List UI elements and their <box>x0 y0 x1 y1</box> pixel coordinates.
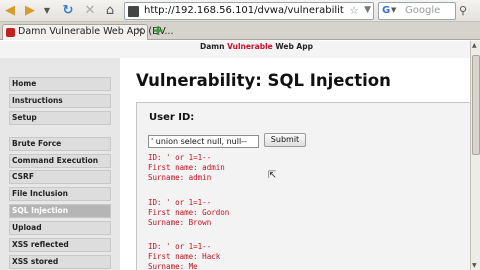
tab-favicon-icon <box>6 28 15 37</box>
tab-bar: Damn Vulnerable Web App (DV... ✕ ✚ <box>0 22 480 40</box>
sidebar-item-xss-reflected[interactable]: XSS reflected <box>9 238 111 253</box>
sidebar-item-sql-injection[interactable]: SQL Injection <box>9 204 111 219</box>
address-bar[interactable]: http://192.168.56.101/dvwa/vulnerabiliti… <box>124 2 374 20</box>
reload-icon[interactable]: ↻ <box>60 3 76 19</box>
search-box[interactable]: G ▼ Google <box>378 2 456 20</box>
sidebar-item-csrf[interactable]: CSRF <box>9 170 111 185</box>
tab-title[interactable]: Damn Vulnerable Web App (DV... <box>18 26 174 37</box>
user-id-label: User ID: <box>149 112 195 123</box>
sidebar-item-home[interactable]: Home <box>9 77 111 91</box>
sidebar-item-instructions[interactable]: Instructions <box>9 93 111 108</box>
scroll-down-icon[interactable]: ▼ <box>472 262 477 269</box>
mouse-cursor-icon: ⇱ <box>268 170 277 181</box>
new-tab-icon[interactable]: ✚ <box>153 24 163 38</box>
vertical-scrollbar[interactable]: ▲ ▼ <box>470 41 480 270</box>
vulnerable-code-area: User ID: Submit ID: ' or 1=1--First name… <box>136 102 470 270</box>
stop-icon[interactable]: ✕ <box>82 3 98 19</box>
sidebar-item-command-execution[interactable]: Command Execution <box>9 153 111 168</box>
tab-close-icon[interactable]: ✕ <box>136 26 144 37</box>
site-logo: Damn Vulnerable Web App <box>200 42 313 51</box>
site-favicon-icon <box>128 6 139 17</box>
history-dropdown-icon[interactable]: ▼ <box>42 3 52 19</box>
sidebar-menu: Home Instructions Setup Brute Force Comm… <box>9 77 111 270</box>
sidebar-item-brute-force[interactable]: Brute Force <box>9 136 111 151</box>
scrollbar-thumb[interactable] <box>472 55 480 155</box>
submit-button[interactable]: Submit <box>264 133 306 147</box>
address-dropdown-icon[interactable]: ▼ <box>364 5 371 15</box>
browser-toolbar: ◀ ▶ ▼ ↻ ✕ ⌂ http://192.168.56.101/dvwa/v… <box>0 0 480 22</box>
home-icon[interactable]: ⌂ <box>102 3 118 19</box>
result-block: ID: ' or 1=1-- First name: admin Surname: … <box>148 153 225 182</box>
back-icon[interactable]: ◀ <box>2 3 18 19</box>
search-icon[interactable]: ⚲ <box>459 4 467 17</box>
search-placeholder[interactable]: Google <box>405 5 440 16</box>
sidebar-item-xss-stored[interactable]: XSS stored <box>9 254 111 269</box>
result-block: ID: ' or 1=1-- First name: Hack Surname: M… <box>148 242 221 270</box>
scroll-up-icon[interactable]: ▲ <box>472 42 477 49</box>
page: Damn Vulnerable Web App Home Instruction… <box>0 41 470 270</box>
bookmark-star-icon[interactable]: ☆ <box>349 4 359 17</box>
google-icon: G <box>382 5 391 16</box>
address-url[interactable]: http://192.168.56.101/dvwa/vulnerabiliti… <box>144 5 344 16</box>
sidebar-item-file-inclusion[interactable]: File Inclusion <box>9 187 111 202</box>
result-block: ID: ' or 1=1-- First name: Gordon Surname:… <box>148 198 230 227</box>
user-id-input[interactable] <box>148 135 259 148</box>
browser-tab[interactable]: Damn Vulnerable Web App (DV... ✕ <box>2 24 174 40</box>
search-engine-dropdown-icon[interactable]: ▼ <box>391 6 396 14</box>
page-title: Vulnerability: SQL Injection <box>136 71 391 90</box>
site-header: Damn Vulnerable Web App <box>0 41 470 58</box>
sidebar-item-upload[interactable]: Upload <box>9 221 111 236</box>
forward-icon[interactable]: ▶ <box>22 3 38 19</box>
sidebar-item-setup[interactable]: Setup <box>9 110 111 125</box>
main-content: Vulnerability: SQL Injection User ID: Su… <box>120 58 470 270</box>
